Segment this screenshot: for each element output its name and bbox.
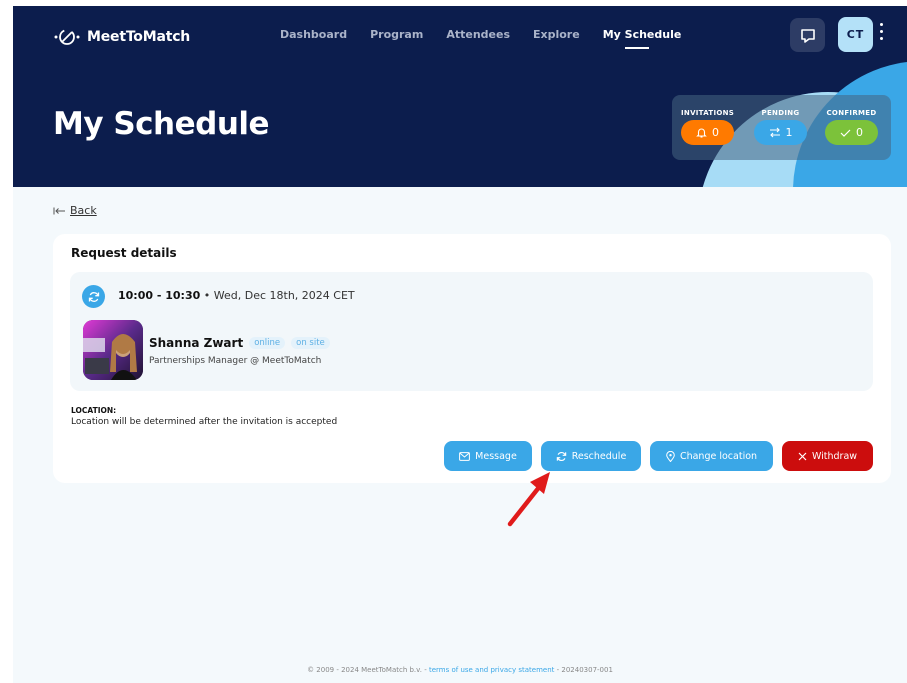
annotation-arrow-icon	[507, 472, 550, 527]
chat-icon	[800, 28, 815, 43]
footer-copyright: © 2009 - 2024 MeetToMatch b.v. -	[307, 666, 427, 674]
nav-item-my-schedule[interactable]: My Schedule	[603, 28, 681, 49]
reschedule-button[interactable]: Reschedule	[541, 441, 641, 471]
stat-confirmed[interactable]: CONFIRMED 0	[825, 109, 878, 145]
change-location-button[interactable]: Change location	[650, 441, 773, 471]
pending-pill[interactable]: 1	[754, 120, 807, 145]
online-tag: online	[249, 337, 286, 349]
user-avatar-button[interactable]: CT	[838, 17, 873, 52]
confirmed-count: 0	[856, 126, 863, 139]
nav-item-attendees[interactable]: Attendees	[446, 28, 510, 47]
meeting-summary: 10:00 - 10:30 • Wed, Dec 18th, 2024 CET	[70, 272, 873, 391]
swap-icon	[769, 127, 780, 138]
person-name[interactable]: Shanna Zwart	[149, 336, 243, 350]
back-label: Back	[70, 204, 97, 217]
bell-icon	[696, 128, 707, 138]
back-arrow-icon	[53, 207, 65, 214]
request-details-card: Request details 10:00 - 10:30 • Wed, Dec…	[53, 234, 891, 483]
refresh-icon	[556, 451, 566, 461]
stat-pending[interactable]: PENDING 1	[754, 109, 807, 145]
pending-status-icon	[82, 285, 105, 308]
invitations-pill[interactable]: 0	[681, 120, 734, 145]
reschedule-button-label: Reschedule	[571, 450, 627, 462]
envelope-icon	[459, 451, 471, 461]
person-avatar-image	[83, 320, 143, 380]
withdraw-button-label: Withdraw	[811, 450, 858, 462]
person-role: Partnerships Manager @ MeetToMatch	[149, 356, 322, 366]
card-title: Request details	[71, 246, 177, 260]
change-location-button-label: Change location	[679, 450, 758, 462]
app-frame: MeetToMatch Dashboard Program Attendees …	[13, 6, 907, 683]
footer-version: - 20240307-001	[556, 666, 613, 674]
logo-icon	[54, 29, 80, 45]
footer: © 2009 - 2024 MeetToMatch b.v. - terms o…	[13, 666, 907, 674]
refresh-icon	[88, 291, 99, 302]
brand-logo[interactable]: MeetToMatch	[53, 26, 190, 48]
stat-invitations-label: INVITATIONS	[681, 109, 735, 117]
stat-invitations[interactable]: INVITATIONS 0	[681, 109, 734, 145]
back-link[interactable]: Back	[53, 204, 97, 217]
nav-item-explore[interactable]: Explore	[533, 28, 580, 47]
pending-count: 1	[785, 126, 793, 139]
page-title: My Schedule	[53, 106, 270, 142]
on-site-tag: on site	[291, 337, 330, 349]
brand-name: MeetToMatch	[87, 29, 191, 45]
invitations-count: 0	[712, 126, 719, 139]
withdraw-button[interactable]: Withdraw	[782, 441, 873, 471]
meeting-date: • Wed, Dec 18th, 2024 CET	[203, 289, 355, 302]
stat-pending-label: PENDING	[761, 109, 800, 117]
nav-item-program[interactable]: Program	[370, 28, 423, 47]
stat-confirmed-label: CONFIRMED	[826, 109, 877, 117]
person-name-row: Shanna Zwart online on site	[149, 336, 330, 350]
main-nav: Dashboard Program Attendees Explore My S…	[280, 28, 704, 49]
message-button-label: Message	[475, 450, 517, 462]
time-range: 10:00 - 10:30	[118, 289, 201, 302]
nav-item-dashboard[interactable]: Dashboard	[280, 28, 347, 47]
close-icon	[798, 452, 807, 460]
location-text: Location will be determined after the in…	[71, 417, 338, 427]
more-menu-icon[interactable]	[878, 23, 884, 43]
map-pin-icon	[666, 450, 675, 462]
schedule-stats: INVITATIONS 0 PENDING 1 CONFIRMED 0	[672, 95, 891, 160]
confirmed-pill[interactable]: 0	[825, 120, 878, 145]
check-icon	[840, 129, 851, 137]
terms-link[interactable]: terms of use and privacy statement	[429, 666, 554, 674]
person-photo[interactable]	[83, 320, 143, 380]
message-button[interactable]: Message	[444, 441, 532, 471]
chat-button[interactable]	[790, 18, 825, 52]
header: MeetToMatch Dashboard Program Attendees …	[13, 6, 907, 187]
meeting-time: 10:00 - 10:30 • Wed, Dec 18th, 2024 CET	[118, 289, 355, 302]
location-label: LOCATION:	[71, 406, 117, 415]
